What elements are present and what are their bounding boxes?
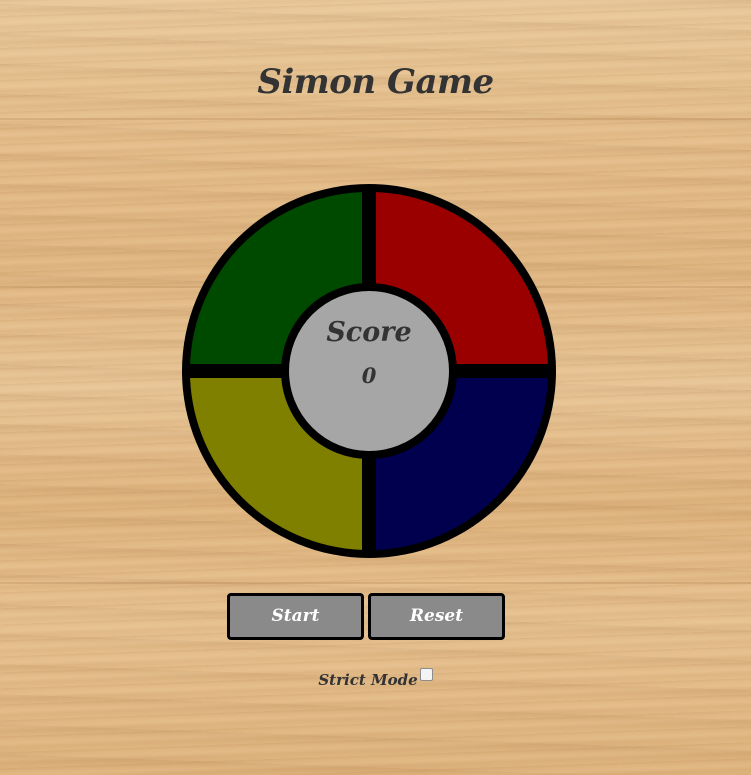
score-value: 0 <box>361 363 377 388</box>
score-label: Score <box>326 317 412 348</box>
strict-mode-label: Strict Mode <box>318 671 418 689</box>
strict-mode-checkbox[interactable] <box>419 668 433 681</box>
reset-button[interactable]: Reset <box>368 593 505 640</box>
strict-mode-control: Strict Mode <box>0 668 751 689</box>
score-display: Score 0 <box>281 283 457 459</box>
wood-seam <box>0 118 751 120</box>
simon-board: Score 0 <box>182 184 556 558</box>
wood-seam <box>0 582 751 584</box>
start-button[interactable]: Start <box>227 593 364 640</box>
page-title: Simon Game <box>257 62 494 102</box>
